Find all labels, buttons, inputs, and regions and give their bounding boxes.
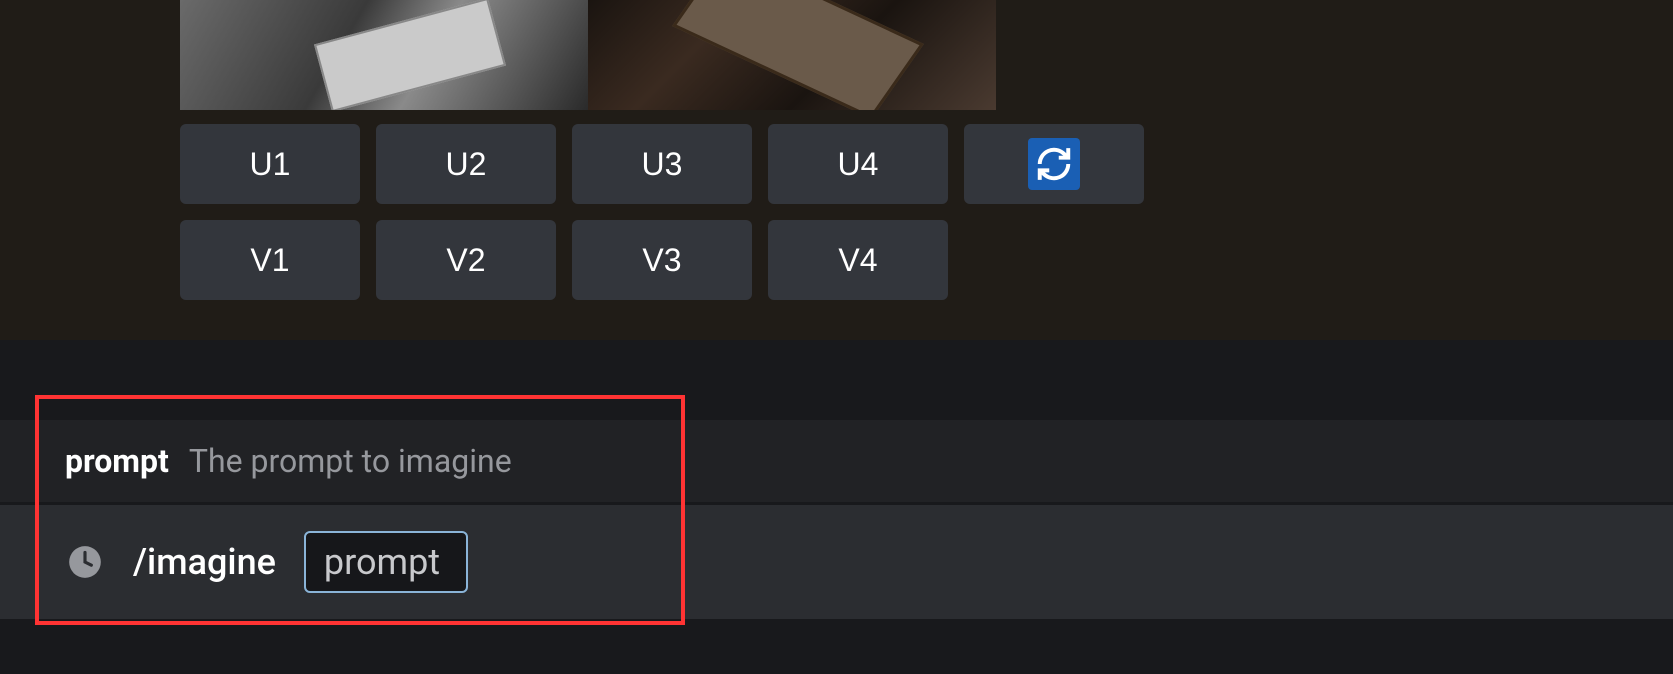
variation-2-button[interactable]: V2 [376, 220, 556, 300]
upscale-button-row: U1 U2 U3 U4 [180, 124, 1673, 204]
variation-3-button[interactable]: V3 [572, 220, 752, 300]
upscale-4-button[interactable]: U4 [768, 124, 948, 204]
message-content: U1 U2 U3 U4 V1 V2 V3 V4 [0, 0, 1673, 300]
upscale-2-button[interactable]: U2 [376, 124, 556, 204]
slash-command: /imagine [133, 541, 276, 583]
clock-icon [65, 542, 105, 582]
generated-image-2[interactable] [588, 0, 996, 110]
parameter-name: prompt [65, 442, 169, 480]
parameter-description: The prompt to imagine [189, 442, 512, 480]
prompt-parameter-chip[interactable]: prompt [304, 531, 468, 593]
variation-button-row: V1 V2 V3 V4 [180, 220, 1673, 300]
generated-images [180, 0, 1673, 110]
variation-1-button[interactable]: V1 [180, 220, 360, 300]
message-input-bar[interactable]: /imagine prompt [0, 505, 1673, 619]
reroll-button[interactable] [964, 124, 1144, 204]
upscale-3-button[interactable]: U3 [572, 124, 752, 204]
command-input-area: prompt The prompt to imagine /imagine pr… [0, 340, 1673, 674]
parameter-hint[interactable]: prompt The prompt to imagine [0, 420, 1673, 502]
upscale-1-button[interactable]: U1 [180, 124, 360, 204]
generated-image-1[interactable] [180, 0, 588, 110]
refresh-icon [1028, 138, 1080, 190]
variation-4-button[interactable]: V4 [768, 220, 948, 300]
